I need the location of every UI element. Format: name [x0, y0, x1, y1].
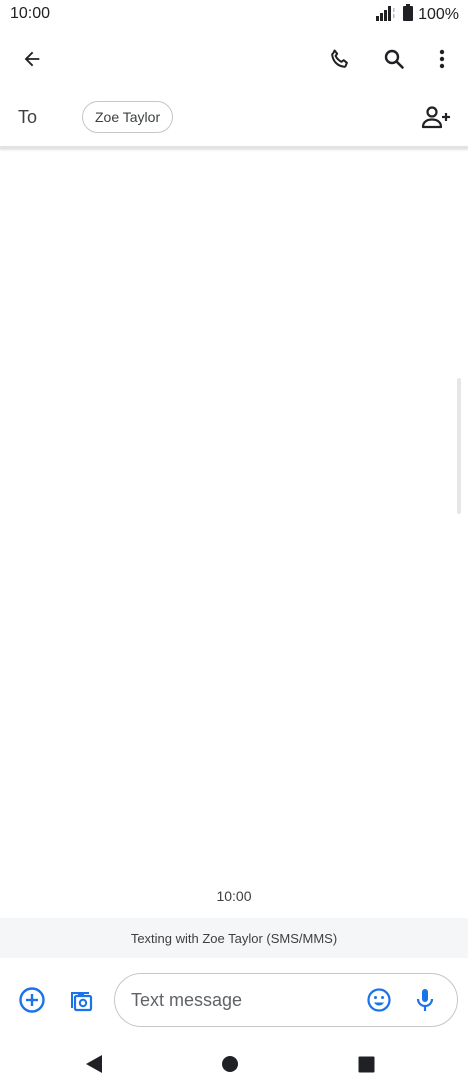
header-divider — [0, 146, 468, 149]
status-time: 10:00 — [10, 5, 51, 22]
nav-bar — [0, 1040, 468, 1092]
search-icon[interactable] — [374, 39, 414, 79]
battery-icon — [403, 4, 414, 26]
signal-icon — [376, 5, 398, 26]
app-bar — [0, 30, 468, 88]
gallery-icon[interactable] — [61, 980, 101, 1020]
add-circle-icon[interactable] — [12, 980, 52, 1020]
message-input[interactable] — [131, 988, 351, 1012]
status-icons: 100% — [376, 4, 459, 26]
mic-icon[interactable] — [405, 980, 445, 1020]
texting-banner: Texting with Zoe Taylor (SMS/MMS) — [0, 918, 468, 958]
contact-chip[interactable]: Zoe Taylor — [82, 101, 174, 133]
home-circle-icon[interactable] — [210, 1044, 250, 1084]
scrollbar[interactable] — [457, 378, 461, 514]
back-arrow-icon[interactable] — [12, 39, 52, 79]
message-timestamp: 10:00 — [216, 888, 252, 904]
to-label: To — [18, 107, 38, 127]
recents-square-icon[interactable] — [346, 1044, 386, 1084]
status-bar: 10:00 100% — [0, 0, 468, 30]
more-vert-icon[interactable] — [422, 39, 462, 79]
recipient-row: To Zoe Taylor — [0, 96, 468, 144]
add-person-icon[interactable] — [416, 98, 456, 138]
compose-bar — [0, 966, 468, 1036]
back-triangle-icon[interactable] — [74, 1044, 114, 1084]
battery-percent: 100% — [418, 6, 459, 23]
phone-icon[interactable] — [320, 39, 360, 79]
message-input-box[interactable] — [114, 973, 458, 1027]
emoji-icon[interactable] — [359, 980, 399, 1020]
